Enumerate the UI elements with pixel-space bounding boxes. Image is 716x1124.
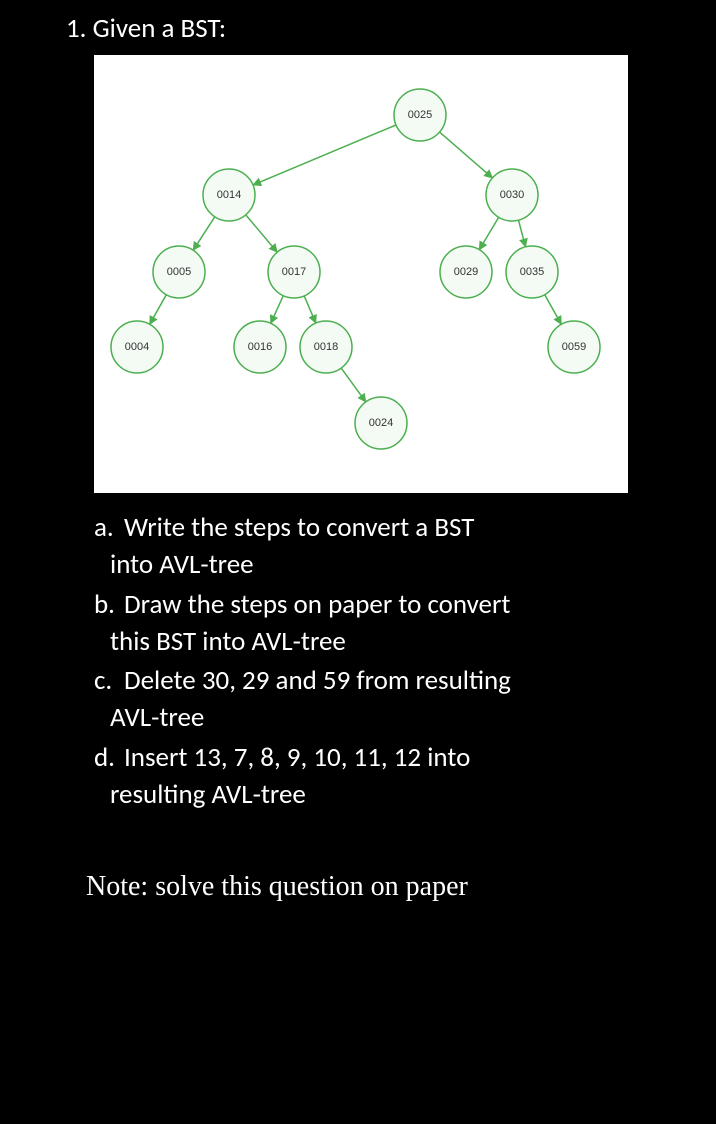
tree-node-label: 0017 — [282, 266, 306, 278]
tree-node: 0017 — [268, 246, 320, 298]
tree-edge — [150, 295, 167, 325]
question-b: b. Draw the steps on paper to convert th… — [94, 586, 668, 661]
tree-node: 0005 — [153, 246, 205, 298]
question-d: d. Insert 13, 7, 8, 9, 10, 11, 12 into r… — [94, 739, 668, 814]
tree-svg: 0025 0014 0030 0005 0017 0029 0035 0004 0016 0018… — [94, 55, 628, 493]
question-text: AVL-tree — [110, 699, 668, 736]
tree-edge — [304, 296, 316, 323]
tree-node-label: 0024 — [369, 417, 393, 429]
tree-edge — [545, 295, 562, 325]
tree-edge — [246, 215, 277, 252]
tree-edge — [341, 368, 366, 402]
question-text: into AVL-tree — [110, 546, 668, 583]
tree-node: 0035 — [506, 246, 558, 298]
tree-node-label: 0016 — [248, 341, 272, 353]
question-c: c. Delete 30, 29 and 59 from resulting A… — [94, 662, 668, 737]
question-text: Insert 13, 7, 8, 9, 10, 11, 12 into — [124, 741, 470, 774]
tree-edge — [271, 296, 284, 324]
tree-node: 0029 — [440, 246, 492, 298]
tree-node: 0024 — [355, 397, 407, 449]
question-text: resulting AVL-tree — [110, 776, 668, 813]
tree-node-label: 0030 — [500, 189, 524, 201]
question-text: Draw the steps on paper to convert — [124, 588, 510, 621]
question-text: this BST into AVL-tree — [110, 623, 668, 660]
tree-edge — [253, 125, 396, 185]
tree-node: 0018 — [300, 321, 352, 373]
tree-node: 0025 — [394, 89, 446, 141]
tree-node-label: 0004 — [125, 341, 149, 353]
tree-node: 0004 — [111, 321, 163, 373]
tree-node: 0030 — [486, 169, 538, 221]
tree-node-label: 0029 — [454, 266, 478, 278]
tree-node: 0059 — [548, 321, 600, 373]
tree-node-label: 0014 — [217, 189, 241, 201]
question-a: a. Write the steps to convert a BST into… — [94, 509, 668, 584]
page-title: 1. Given a BST: — [66, 12, 668, 45]
tree-node-label: 0035 — [520, 266, 544, 278]
tree-node-label: 0059 — [562, 341, 586, 353]
tree-node: 0014 — [203, 169, 255, 221]
tree-edge — [519, 220, 526, 247]
tree-node: 0016 — [234, 321, 286, 373]
tree-edge — [193, 217, 215, 250]
question-text: Delete 30, 29 and 59 from resulting — [124, 664, 511, 697]
question-list: a. Write the steps to convert a BST into… — [74, 509, 668, 813]
tree-edge — [440, 132, 493, 178]
tree-node-label: 0005 — [167, 266, 191, 278]
bst-diagram: 0025 0014 0030 0005 0017 0029 0035 0004 0016 0018… — [94, 55, 628, 493]
tree-node-label: 0025 — [408, 109, 432, 121]
tree-node-label: 0018 — [314, 341, 338, 353]
note-text: Note: solve this question on paper — [86, 871, 668, 903]
tree-edge — [479, 217, 498, 249]
question-text: Write the steps to convert a BST — [124, 511, 474, 544]
